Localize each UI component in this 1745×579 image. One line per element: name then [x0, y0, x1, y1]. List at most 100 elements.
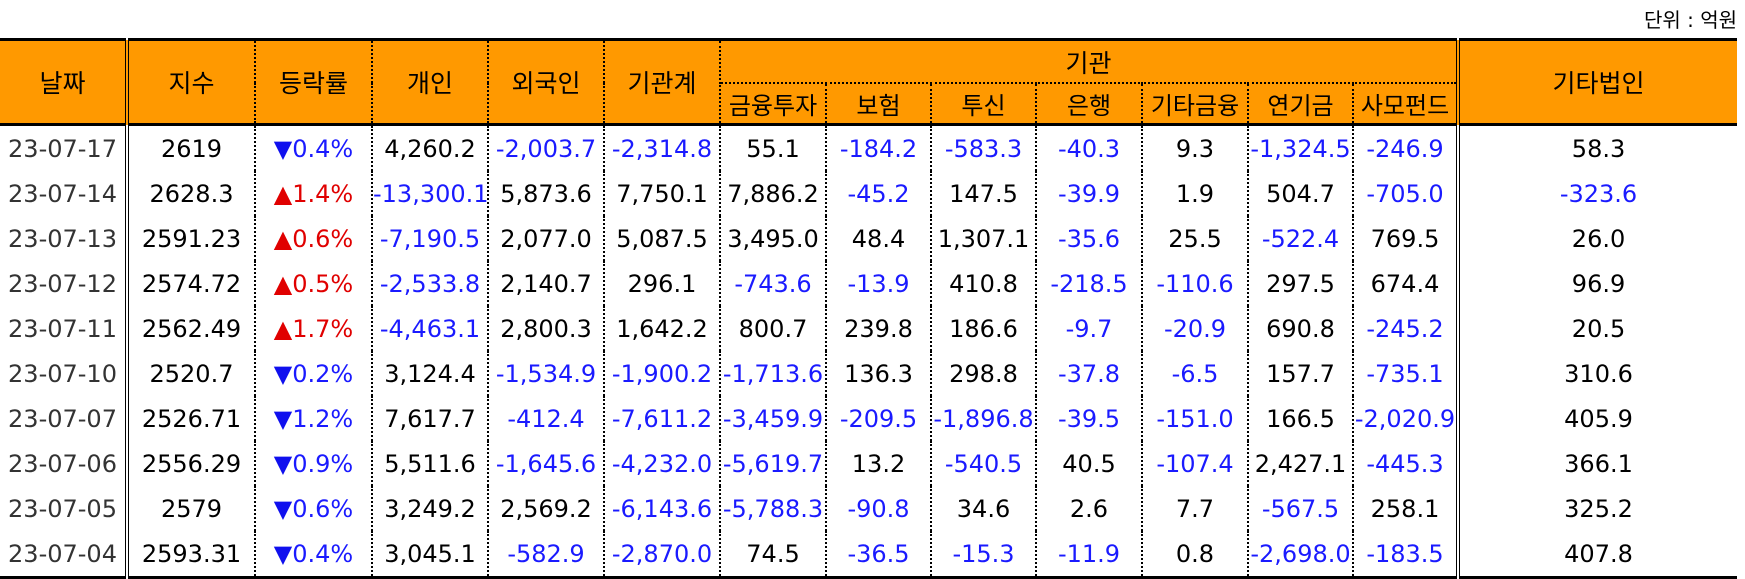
cell-institution-total: -1,900.2: [603, 351, 721, 396]
cell-bank: -40.3: [1035, 124, 1143, 171]
cell-investment-trust: 410.8: [930, 261, 1037, 306]
cell-date: 23-07-13: [0, 216, 129, 261]
cell-change: ▲0.6%: [254, 216, 373, 261]
cell-foreign: 2,800.3: [487, 306, 605, 351]
triangle-down-icon: ▼: [273, 359, 293, 388]
change-value: 0.6%: [292, 224, 354, 253]
table-row: 23-07-12 2574.72 ▲0.5% -2,533.8 2,140.7 296.1…: [0, 261, 1738, 306]
cell-insurance: 239.8: [825, 306, 932, 351]
cell-individual: 4,260.2: [371, 124, 489, 171]
cell-institution-total: 5,087.5: [603, 216, 721, 261]
cell-private-fund: -705.0: [1351, 171, 1460, 216]
cell-private-fund: 674.4: [1351, 261, 1460, 306]
table-row: 23-07-06 2556.29 ▼0.9% 5,511.6 -1,645.6 -4,23…: [0, 441, 1738, 486]
cell-foreign: 5,873.6: [487, 171, 605, 216]
cell-other-corp: 20.5: [1456, 306, 1738, 351]
cell-foreign: 2,140.7: [487, 261, 605, 306]
cell-change: ▼0.9%: [254, 441, 373, 486]
cell-other-finance: -107.4: [1141, 441, 1249, 486]
cell-investment-trust: -540.5: [930, 441, 1037, 486]
cell-pension: -522.4: [1247, 216, 1354, 261]
cell-index: 2579: [126, 486, 256, 531]
investor-flow-table: 날짜 지수 등락률 개인 외국인 기관계 기관 기타법인 금융투자 보험 투신 …: [0, 38, 1738, 579]
cell-institution-total: 7,750.1: [603, 171, 721, 216]
cell-individual: 3,124.4: [371, 351, 489, 396]
cell-individual: -4,463.1: [371, 306, 489, 351]
cell-investment-trust: 34.6: [930, 486, 1037, 531]
cell-financial-investment: 7,886.2: [719, 171, 827, 216]
cell-other-corp: 366.1: [1456, 441, 1738, 486]
cell-private-fund: -246.9: [1351, 124, 1460, 171]
table-row: 23-07-17 2619 ▼0.4% 4,260.2 -2,003.7 -2,314.8…: [0, 124, 1738, 171]
table-row: 23-07-11 2562.49 ▲1.7% -4,463.1 2,800.3 1,642…: [0, 306, 1738, 351]
triangle-up-icon: ▲: [273, 179, 293, 208]
cell-other-corp: 96.9: [1456, 261, 1738, 306]
cell-insurance: -45.2: [825, 171, 932, 216]
cell-foreign: 2,569.2: [487, 486, 605, 531]
cell-bank: 2.6: [1035, 486, 1143, 531]
cell-other-finance: -110.6: [1141, 261, 1249, 306]
cell-institution-total: 1,642.2: [603, 306, 721, 351]
triangle-down-icon: ▼: [273, 404, 293, 433]
cell-other-corp: 26.0: [1456, 216, 1738, 261]
cell-financial-investment: -3,459.9: [719, 396, 827, 441]
cell-institution-total: -4,232.0: [603, 441, 721, 486]
cell-date: 23-07-07: [0, 396, 129, 441]
triangle-down-icon: ▼: [273, 539, 293, 568]
cell-financial-investment: 3,495.0: [719, 216, 827, 261]
change-value: 0.6%: [292, 494, 354, 523]
cell-date: 23-07-10: [0, 351, 129, 396]
cell-pension: -1,324.5: [1247, 124, 1354, 171]
table-row: 23-07-07 2526.71 ▼1.2% 7,617.7 -412.4 -7,611.…: [0, 396, 1738, 441]
cell-other-corp: 325.2: [1456, 486, 1738, 531]
triangle-down-icon: ▼: [273, 134, 293, 163]
cell-institution-total: -7,611.2: [603, 396, 721, 441]
cell-investment-trust: -1,896.8: [930, 396, 1037, 441]
header-institution-total: 기관계: [603, 39, 721, 126]
cell-change: ▲0.5%: [254, 261, 373, 306]
cell-insurance: 48.4: [825, 216, 932, 261]
cell-date: 23-07-12: [0, 261, 129, 306]
cell-pension: 2,427.1: [1247, 441, 1354, 486]
cell-private-fund: -2,020.9: [1351, 396, 1460, 441]
cell-bank: -35.6: [1035, 216, 1143, 261]
cell-individual: 3,249.2: [371, 486, 489, 531]
cell-private-fund: -245.2: [1351, 306, 1460, 351]
cell-insurance: -184.2: [825, 124, 932, 171]
cell-other-finance: 9.3: [1141, 124, 1249, 171]
cell-other-finance: -6.5: [1141, 351, 1249, 396]
cell-other-finance: 1.9: [1141, 171, 1249, 216]
cell-pension: 166.5: [1247, 396, 1354, 441]
cell-index: 2574.72: [126, 261, 256, 306]
cell-private-fund: 258.1: [1351, 486, 1460, 531]
cell-index: 2556.29: [126, 441, 256, 486]
cell-investment-trust: 186.6: [930, 306, 1037, 351]
cell-other-corp: 58.3: [1456, 124, 1738, 171]
cell-bank: -9.7: [1035, 306, 1143, 351]
cell-other-corp: -323.6: [1456, 171, 1738, 216]
header-date: 날짜: [0, 39, 129, 126]
cell-change: ▼0.2%: [254, 351, 373, 396]
cell-index: 2591.23: [126, 216, 256, 261]
triangle-down-icon: ▼: [273, 449, 293, 478]
header-financial-investment: 금융투자: [719, 82, 827, 126]
cell-insurance: -209.5: [825, 396, 932, 441]
cell-pension: 297.5: [1247, 261, 1354, 306]
cell-pension: -567.5: [1247, 486, 1354, 531]
header-individual: 개인: [371, 39, 489, 126]
cell-bank: -37.8: [1035, 351, 1143, 396]
cell-foreign: 2,077.0: [487, 216, 605, 261]
cell-private-fund: -735.1: [1351, 351, 1460, 396]
cell-change: ▼0.4%: [254, 531, 373, 578]
table-row: 23-07-14 2628.3 ▲1.4% -13,300.1 5,873.6 7,750…: [0, 171, 1738, 216]
cell-individual: -7,190.5: [371, 216, 489, 261]
cell-date: 23-07-14: [0, 171, 129, 216]
change-value: 0.5%: [292, 269, 354, 298]
header-row: 날짜 지수 등락률 개인 외국인 기관계 기관 기타법인: [0, 39, 1738, 126]
cell-index: 2526.71: [126, 396, 256, 441]
cell-private-fund: 769.5: [1351, 216, 1460, 261]
cell-date: 23-07-11: [0, 306, 129, 351]
cell-financial-investment: -1,713.6: [719, 351, 827, 396]
cell-pension: 157.7: [1247, 351, 1354, 396]
header-investment-trust: 투신: [930, 82, 1037, 126]
